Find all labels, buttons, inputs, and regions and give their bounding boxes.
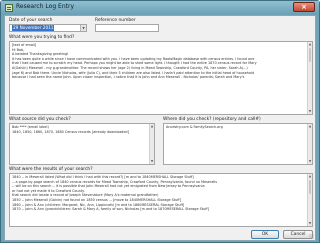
scroll-down-arrow-icon[interactable]: ▼ bbox=[150, 159, 154, 164]
research-log-window: Research Log Entry × Date of your search… bbox=[0, 0, 320, 243]
results-line: 1870 -- John & Ann (grandchildren: Sarah… bbox=[12, 207, 209, 212]
results-scrollbar[interactable]: ▲ ▼ bbox=[307, 174, 312, 226]
date-field[interactable]: 29 November 2011 ▼ bbox=[9, 24, 87, 32]
repository-scrollbar[interactable]: ▲ ▼ bbox=[307, 124, 312, 164]
scroll-up-arrow-icon[interactable]: ▲ bbox=[308, 124, 312, 129]
ok-button[interactable]: OK bbox=[251, 230, 279, 239]
scroll-thumb[interactable] bbox=[309, 48, 311, 62]
date-label: Date of your search bbox=[9, 18, 53, 23]
scroll-up-arrow-icon[interactable]: ▲ bbox=[308, 174, 312, 179]
repository-textarea[interactable]: Ancestry.com & FamilySearch.org ▲ ▼ bbox=[163, 123, 313, 165]
source-checked-line: 1840, 1850, 1860, 1870, 1880 Census reco… bbox=[12, 129, 129, 134]
results-textarea[interactable]: 1840 -- in Meserall listed (What did I t… bbox=[9, 173, 313, 227]
close-button[interactable]: × bbox=[293, 2, 315, 12]
window-title: Research Log Entry bbox=[16, 3, 75, 10]
title-bar[interactable]: Research Log Entry × bbox=[1, 1, 319, 15]
date-value: 29 November 2011 bbox=[12, 25, 55, 31]
source-checked-scrollbar[interactable]: ▲ ▼ bbox=[149, 124, 154, 164]
repository-line: Ancestry.com & FamilySearch.org bbox=[166, 125, 223, 129]
question-line: because I had seen the name John. Upon c… bbox=[12, 75, 245, 80]
scroll-down-arrow-icon[interactable]: ▼ bbox=[308, 109, 312, 114]
calendar-dropdown-icon[interactable]: ▼ bbox=[80, 25, 86, 31]
question-textarea[interactable]: [text of email] Hi Bob, A belated Thanks… bbox=[9, 41, 313, 115]
question-scrollbar[interactable]: ▲ ▼ bbox=[307, 42, 312, 114]
reference-field[interactable] bbox=[95, 24, 159, 32]
document-icon bbox=[5, 4, 13, 12]
dialog-body: Date of your search 29 November 2011 ▼ R… bbox=[4, 15, 316, 241]
source-checked-textarea[interactable]: Bob **** (email label) 1840, 1850, 1860,… bbox=[9, 123, 155, 165]
question-label: What were you trying to find? bbox=[9, 35, 75, 40]
scroll-down-arrow-icon[interactable]: ▼ bbox=[308, 221, 312, 226]
repository-label: Where did you check? (repository and cal… bbox=[163, 117, 261, 122]
source-checked-label: What source did you check? bbox=[9, 117, 71, 122]
resize-grip-icon[interactable] bbox=[309, 234, 314, 239]
scroll-thumb[interactable] bbox=[309, 180, 311, 194]
scroll-up-arrow-icon[interactable]: ▲ bbox=[150, 124, 154, 129]
results-label: What were the results of your search? bbox=[9, 167, 93, 172]
scroll-down-arrow-icon[interactable]: ▼ bbox=[308, 159, 312, 164]
reference-label: Reference number bbox=[95, 18, 136, 23]
scroll-up-arrow-icon[interactable]: ▲ bbox=[308, 42, 312, 47]
